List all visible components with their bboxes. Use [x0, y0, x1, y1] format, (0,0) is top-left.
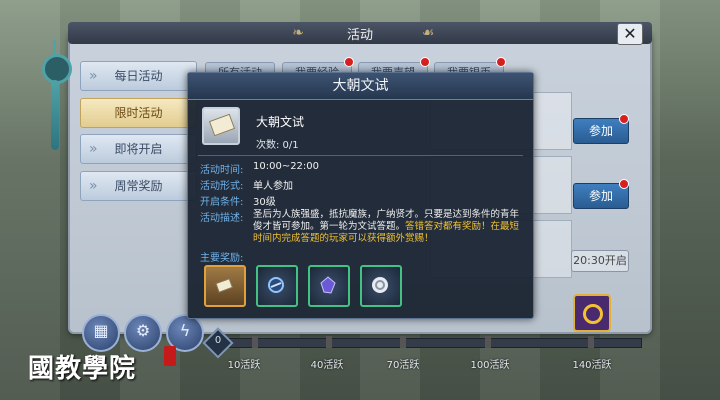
lightning-icon: ϟ	[179, 321, 191, 340]
milestone-reward-chest[interactable]	[573, 294, 611, 332]
sidebar-item-daily[interactable]: » 每日活动	[80, 61, 197, 91]
reward-slot[interactable]	[308, 265, 350, 307]
calendar-icon: ▦	[93, 321, 109, 340]
sidebar-item-label: 即将开启	[114, 142, 163, 156]
field-value: 30级	[253, 197, 276, 208]
description-text: 圣后为人族强盛，抵抗魔族，广纳贤才。只要是达到条件的青年俊才皆可参加。第一轮为文…	[253, 209, 523, 245]
chevron-icon: »	[89, 68, 98, 84]
settings-button[interactable]: ⚙	[124, 314, 162, 352]
activity-detail-popup: 大朝文试 大朝文试 次数: 0/1 活动时间: 10:00~22:00 活动形式…	[187, 72, 534, 319]
field-value: 10:00~22:00	[253, 161, 320, 172]
gear-icon: ⚙	[135, 321, 151, 340]
milestone-label: 100活跃	[470, 360, 510, 371]
milestone-label: 40活跃	[310, 360, 344, 371]
red-seal-stamp	[164, 346, 176, 366]
watermark-logo: 國教學院	[28, 354, 137, 384]
milestone-label: 10活跃	[227, 360, 261, 371]
notification-dot	[344, 57, 354, 67]
milestone-label: 70活跃	[386, 360, 420, 371]
panel-title: 活动	[346, 28, 373, 43]
popup-title: 大朝文试	[188, 73, 533, 100]
crystal-icon	[320, 276, 336, 294]
sidebar-item-label: 限时活动	[114, 106, 163, 120]
field-value: 单人参加	[253, 181, 293, 192]
reward-slot[interactable]	[360, 265, 402, 307]
field-label: 开启条件:	[200, 197, 244, 208]
reward-slot[interactable]	[204, 265, 246, 307]
notification-dot	[496, 57, 506, 67]
close-button[interactable]: ✕	[617, 23, 643, 45]
chevron-icon: »	[89, 178, 98, 194]
reward-label: 主要奖励:	[200, 253, 244, 264]
progress-tick	[326, 336, 332, 348]
swirl-icon	[372, 277, 388, 293]
activity-name: 大朝文试	[256, 115, 305, 129]
sidebar-item-label: 每日活动	[114, 69, 163, 83]
progress-tick	[252, 336, 258, 348]
titlebar-ornament-right: ☙	[421, 25, 435, 41]
description-label: 活动描述:	[200, 213, 244, 224]
activity-progress-bar	[228, 338, 642, 348]
divider	[198, 155, 523, 156]
sidebar-item-limited[interactable]: 限时活动	[80, 98, 197, 128]
notification-dot	[619, 114, 629, 124]
progress-tick	[485, 336, 491, 348]
progress-tick	[588, 336, 594, 348]
compass-icon	[268, 277, 284, 293]
chevron-icon: »	[89, 141, 98, 157]
jade-pendant-decoration	[42, 40, 72, 160]
progress-current-value: 0	[214, 335, 222, 346]
reward-slot[interactable]	[256, 265, 298, 307]
notification-dot	[619, 179, 629, 189]
progress-tick	[400, 336, 406, 348]
field-label: 活动时间:	[200, 165, 244, 176]
scroll-icon	[215, 278, 233, 293]
scroll-icon	[202, 107, 240, 145]
start-time-button[interactable]: 20:30开启	[571, 250, 629, 272]
sidebar-item-weekly[interactable]: » 周常奖励	[80, 171, 197, 201]
attempt-count: 次数: 0/1	[256, 140, 299, 151]
sidebar-item-upcoming[interactable]: » 即将开启	[80, 134, 197, 164]
sidebar-item-label: 周常奖励	[114, 179, 163, 193]
milestone-label: 140活跃	[572, 360, 612, 371]
field-label: 活动形式:	[200, 181, 244, 192]
panel-titlebar: ❧ 活动 ☙	[68, 22, 652, 44]
calendar-button[interactable]: ▦	[82, 314, 120, 352]
notification-dot	[420, 57, 430, 67]
